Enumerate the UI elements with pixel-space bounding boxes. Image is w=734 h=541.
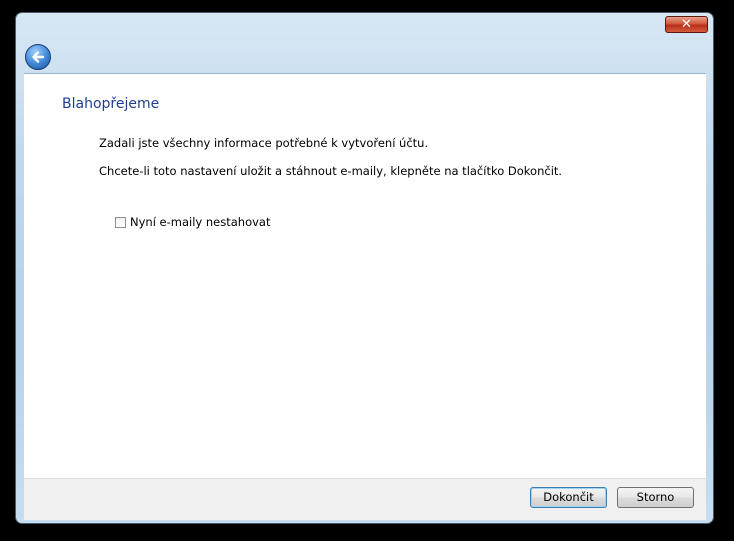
no-download-checkbox[interactable] xyxy=(115,216,126,228)
page-title: Blahopřejeme xyxy=(62,96,160,112)
cancel-button[interactable]: Storno xyxy=(617,487,694,508)
no-download-label[interactable]: Nyní e-maily nestahovat xyxy=(130,215,270,229)
back-button[interactable] xyxy=(25,44,51,70)
back-arrow-icon xyxy=(32,51,45,63)
no-download-option[interactable]: Nyní e-maily nestahovat xyxy=(115,214,270,230)
content-area xyxy=(24,73,706,479)
info-text: Zadali jste všechny informace potřebné k… xyxy=(99,136,429,150)
close-button[interactable]: ✕ xyxy=(665,16,708,33)
instruction-text: Chcete-li toto nastavení uložit a stáhno… xyxy=(99,164,563,178)
finish-button[interactable]: Dokončit xyxy=(530,487,607,508)
close-icon: ✕ xyxy=(681,17,692,32)
